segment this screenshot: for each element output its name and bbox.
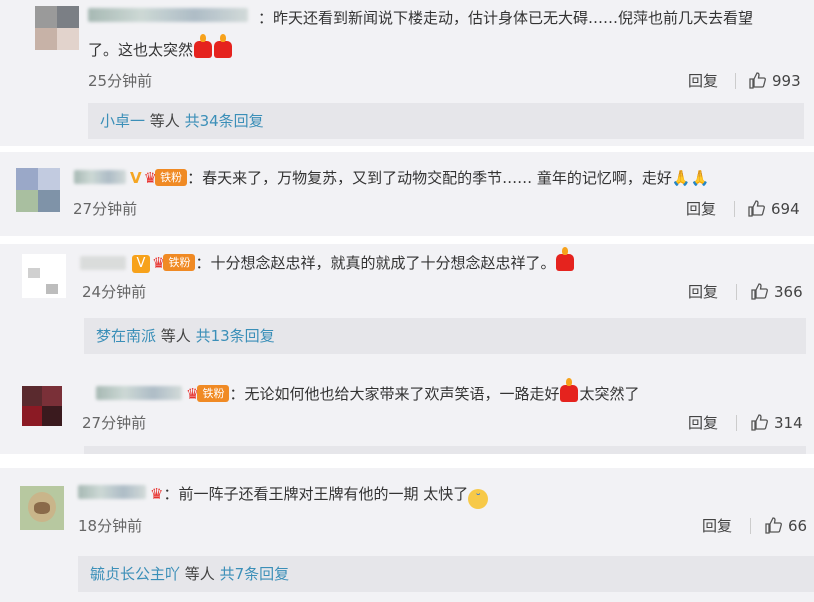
thumbs-up-icon <box>751 414 768 431</box>
reply-summary-bar-cropped <box>84 446 806 454</box>
fan-badge: 铁粉 <box>163 254 196 271</box>
username-blurred[interactable] <box>96 386 182 400</box>
timestamp: 27分钟前 <box>73 200 138 218</box>
like-button[interactable]: 66 <box>764 516 807 536</box>
verified-badge: V <box>132 255 150 273</box>
reply-user-link[interactable]: 毓贞长公主吖 <box>90 565 180 583</box>
candle-emoji-icon <box>194 34 213 58</box>
reply-mid-text: 等人 <box>184 565 215 583</box>
verified-badge: V <box>130 169 142 187</box>
candle-emoji-icon <box>214 34 233 58</box>
username-blurred[interactable] <box>74 170 126 184</box>
reply-button[interactable]: 回复 <box>702 516 732 536</box>
divider <box>736 284 737 300</box>
reply-user-link[interactable]: 梦在南派 <box>96 327 156 345</box>
comment-text: V ♛ 铁粉 ：春天来了，万物复苏，又到了动物交配的季节…… 童年的记忆啊，走好🙏🙏 <box>130 166 709 190</box>
timestamp: 27分钟前 <box>82 414 147 432</box>
comment-text: ♛ 铁粉 ：无论如何他也给大家带来了欢声笑语，一路走好 太突然了 <box>186 378 639 406</box>
thumbs-up-icon <box>765 517 782 534</box>
candle-emoji-icon <box>560 378 579 402</box>
timestamp: 18分钟前 <box>78 517 143 535</box>
divider <box>736 415 737 431</box>
divider <box>750 518 751 534</box>
username-blurred[interactable] <box>80 256 126 270</box>
comment-card: V ♛ 铁粉 ：春天来了，万物复苏，又到了动物交配的季节…… 童年的记忆啊，走好🙏🙏 … <box>0 152 814 236</box>
comment-text: ♛：前一阵子还看王牌对王牌有他的一期 太快了 ˘ <box>150 482 489 509</box>
candle-emoji-icon <box>556 247 575 271</box>
comment-card: ♛：前一阵子还看王牌对王牌有他的一期 太快了 ˘ 18分钟前 回复 66 毓贞长公… <box>0 468 814 602</box>
reply-button[interactable]: 回复 <box>686 199 716 219</box>
comment-card: V ♛ 铁粉 ：十分想念赵忠祥，就真的就成了十分想念赵忠祥了。 24分钟前 回复 36… <box>0 244 814 454</box>
timestamp: 24分钟前 <box>82 283 147 301</box>
like-button[interactable]: 366 <box>750 282 803 302</box>
username-blurred[interactable] <box>78 485 146 499</box>
praying-hands-icon: 🙏🙏 <box>671 169 710 187</box>
reply-button[interactable]: 回复 <box>688 282 718 302</box>
divider <box>734 201 735 217</box>
reply-count-link[interactable]: 共13条回复 <box>196 327 275 345</box>
comment-text: V ♛ 铁粉 ：十分想念赵忠祥，就真的就成了十分想念赵忠祥了。 <box>132 247 575 275</box>
fan-badge: 铁粉 <box>155 169 188 186</box>
fan-badge: 铁粉 <box>197 385 230 402</box>
thumbs-up-icon <box>751 283 768 300</box>
divider <box>735 73 736 89</box>
reply-mid-text: 等人 <box>160 327 191 345</box>
avatar[interactable] <box>35 6 79 50</box>
like-button[interactable]: 694 <box>747 199 800 219</box>
reply-mid-text: 等人 <box>149 112 180 130</box>
thumbs-up-icon <box>748 200 765 217</box>
reply-count-link[interactable]: 共7条回复 <box>220 565 290 583</box>
crown-icon: ♛ <box>150 485 164 503</box>
thumbs-up-icon <box>749 72 766 89</box>
reply-summary-bar[interactable]: 梦在南派 等人 共13条回复 <box>84 318 806 354</box>
reply-count-link[interactable]: 共34条回复 <box>185 112 264 130</box>
crying-face-icon: ˘ <box>468 489 489 509</box>
avatar[interactable] <box>22 386 62 426</box>
avatar[interactable] <box>20 486 64 530</box>
like-button[interactable]: 314 <box>750 413 803 433</box>
comment-text-continued: 了。这也太突然 <box>88 34 233 62</box>
reply-summary-bar[interactable]: 毓贞长公主吖 等人 共7条回复 <box>78 556 814 592</box>
reply-user-link[interactable]: 小卓一 <box>100 112 145 130</box>
like-button[interactable]: 993 <box>748 71 801 91</box>
reply-summary-bar[interactable]: 小卓一 等人 共34条回复 <box>88 103 804 139</box>
reply-button[interactable]: 回复 <box>688 413 718 433</box>
avatar[interactable] <box>16 168 60 212</box>
comment-card: ：昨天还看到新闻说下楼走动，估计身体已无大碍……倪萍也前几天去看望 了。这也太突… <box>0 0 814 146</box>
reply-button[interactable]: 回复 <box>688 71 718 91</box>
comment-text: ：昨天还看到新闻说下楼走动，估计身体已无大碍……倪萍也前几天去看望 <box>258 9 754 27</box>
username-blurred[interactable] <box>88 8 248 22</box>
timestamp: 25分钟前 <box>88 72 153 90</box>
avatar[interactable] <box>22 254 66 298</box>
